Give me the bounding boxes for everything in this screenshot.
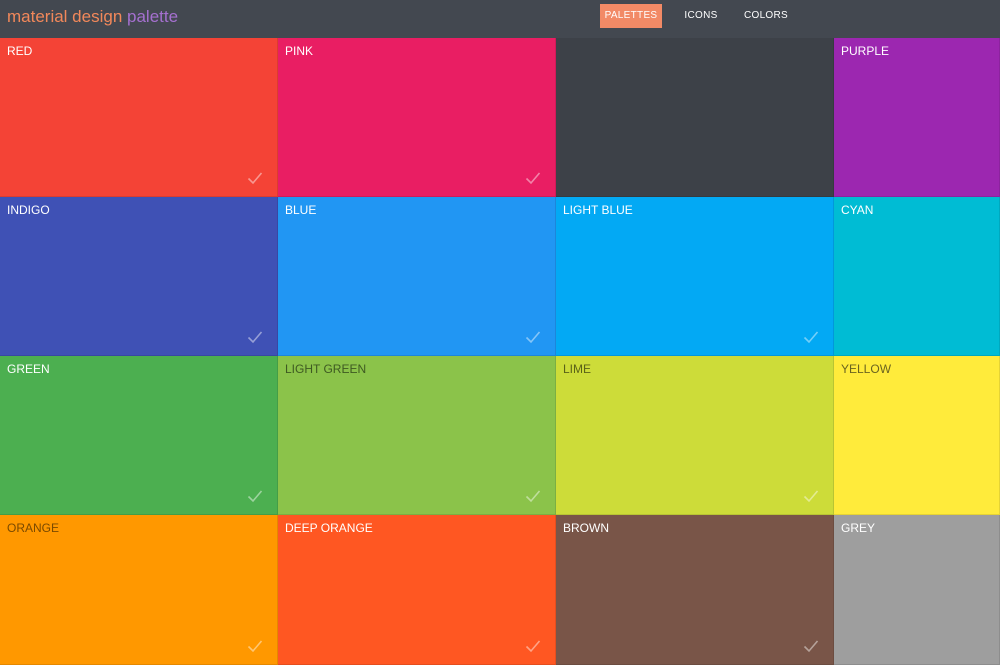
- app-logo[interactable]: material design palette: [7, 6, 178, 28]
- palette-tile[interactable]: CYAN: [834, 197, 1000, 356]
- logo-text-accent: palette: [127, 7, 179, 26]
- palette-tile-label: BROWN: [563, 521, 609, 535]
- check-icon[interactable]: [803, 638, 819, 654]
- palette-tile-label: GREY: [841, 521, 876, 535]
- check-icon[interactable]: [525, 638, 541, 654]
- palette-tile[interactable]: RED: [0, 38, 278, 197]
- palette-tile[interactable]: PINK: [278, 38, 556, 197]
- palette-tile[interactable]: GREEN: [0, 356, 278, 515]
- palette-tile[interactable]: BROWN: [556, 515, 834, 665]
- top-bar: material design palette PALETTES ICONS C…: [0, 0, 1000, 38]
- palette-tile-label: CYAN: [841, 203, 874, 217]
- check-icon[interactable]: [803, 488, 819, 504]
- palette-tile-label: LIME: [563, 362, 592, 376]
- palette-tile[interactable]: ORANGE: [0, 515, 278, 665]
- palette-tile-label: PURPLE: [841, 44, 890, 58]
- palette-tile[interactable]: BLUE: [278, 197, 556, 356]
- palette-tile[interactable]: [556, 38, 834, 197]
- nav-colors[interactable]: COLORS: [738, 4, 794, 28]
- palette-tile-label: INDIGO: [7, 203, 50, 217]
- check-icon[interactable]: [525, 170, 541, 186]
- palette-tile[interactable]: LIME: [556, 356, 834, 515]
- palette-tile-label: DEEP ORANGE: [285, 521, 373, 535]
- palette-tile-label: LIGHT GREEN: [285, 362, 367, 376]
- check-icon[interactable]: [247, 488, 263, 504]
- palette-tile[interactable]: DEEP ORANGE: [278, 515, 556, 665]
- palette-tile-label: RED: [7, 44, 33, 58]
- palette-tile[interactable]: INDIGO: [0, 197, 278, 356]
- palette-tile[interactable]: YELLOW: [834, 356, 1000, 515]
- nav-palettes[interactable]: PALETTES: [600, 4, 662, 28]
- check-icon[interactable]: [247, 638, 263, 654]
- palette-tile-label: ORANGE: [7, 521, 60, 535]
- palette-tile[interactable]: PURPLE: [834, 38, 1000, 197]
- palette-tile-label: GREEN: [7, 362, 50, 376]
- palette-tile-label: YELLOW: [841, 362, 892, 376]
- check-icon[interactable]: [803, 329, 819, 345]
- palette-tile-label: LIGHT BLUE: [563, 203, 633, 217]
- logo-text-primary: material design: [7, 7, 123, 26]
- palette-tile[interactable]: GREY: [834, 515, 1000, 665]
- check-icon[interactable]: [247, 329, 263, 345]
- nav-icons[interactable]: ICONS: [676, 4, 726, 28]
- palette-tile-label: PINK: [285, 44, 314, 58]
- check-icon[interactable]: [525, 329, 541, 345]
- palette-tile[interactable]: LIGHT BLUE: [556, 197, 834, 356]
- check-icon[interactable]: [525, 488, 541, 504]
- palette-tile-label: BLUE: [285, 203, 317, 217]
- palette-tile[interactable]: LIGHT GREEN: [278, 356, 556, 515]
- check-icon[interactable]: [247, 170, 263, 186]
- palette-grid: RED PINK PURPLE INDIGO BLUE LIGHT BLUE CYAN GRE…: [0, 38, 1000, 665]
